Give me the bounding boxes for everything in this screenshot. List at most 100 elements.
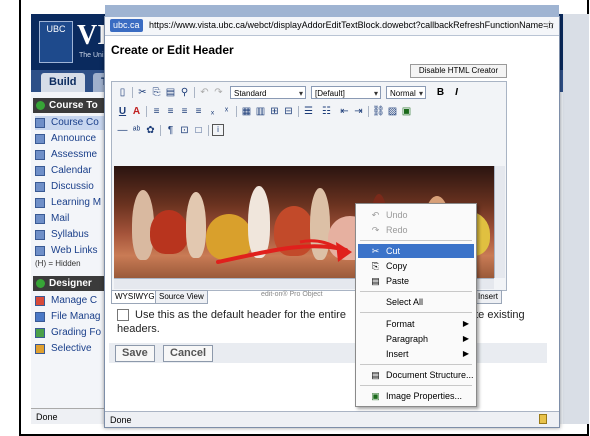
- merge-cells-icon[interactable]: ⊟: [282, 105, 295, 118]
- font-family-select[interactable]: [Default]: [311, 86, 381, 100]
- menu-item-format[interactable]: Format ▶: [358, 317, 474, 331]
- sidebar-item-syllabus[interactable]: Syllabus: [35, 228, 111, 242]
- find-icon[interactable]: ⚲: [178, 86, 191, 99]
- sidebar-item-assessments[interactable]: Assessme: [35, 148, 111, 162]
- default-header-option: Use this as the default header for the e…: [117, 308, 547, 336]
- editor-vertical-scrollbar[interactable]: [494, 166, 505, 278]
- structure-icon[interactable]: ⊡: [178, 124, 191, 137]
- menu-item-label: Copy: [386, 261, 408, 271]
- insert-media-icon[interactable]: ▣: [400, 105, 413, 118]
- course-content-icon: [35, 118, 45, 128]
- sidebar-item-manage-course[interactable]: Manage C: [35, 294, 111, 308]
- default-header-checkbox[interactable]: [117, 309, 129, 322]
- sidebar-item-selective-release[interactable]: Selective: [35, 342, 111, 356]
- cut-icon[interactable]: ✂: [136, 86, 149, 99]
- menu-item-paragraph[interactable]: Paragraph ▶: [358, 332, 474, 346]
- sidebar-item-grading-forms[interactable]: Grading Fo: [35, 326, 111, 340]
- insert-mode-indicator[interactable]: Insert: [474, 290, 503, 304]
- info-icon[interactable]: i: [212, 124, 224, 136]
- outdent-icon[interactable]: ⇤: [338, 105, 351, 118]
- sidebar-item-learning-modules[interactable]: Learning M: [35, 196, 111, 210]
- special-char-icon[interactable]: ✿: [144, 124, 157, 137]
- popup-status-bar: Done: [105, 411, 559, 427]
- bulleted-list-icon[interactable]: ☰: [302, 105, 315, 118]
- sidebar-item-label: Calendar: [51, 165, 92, 176]
- numbered-list-icon[interactable]: ☷: [320, 105, 333, 118]
- insert-row-icon[interactable]: ▥: [254, 105, 267, 118]
- default-header-label-tail: rite existing: [469, 309, 525, 321]
- menu-item-paste[interactable]: ▤ Paste: [358, 274, 474, 288]
- align-left-icon[interactable]: ≡: [150, 105, 163, 118]
- tab-build[interactable]: Build: [41, 73, 85, 92]
- bold-button[interactable]: B: [434, 86, 447, 99]
- sidebar-item-calendar[interactable]: Calendar: [35, 164, 111, 178]
- menu-item-copy[interactable]: ⎘ Copy: [358, 259, 474, 273]
- menu-separator: [360, 312, 472, 313]
- paragraph-marks-icon[interactable]: ¶: [164, 124, 177, 137]
- cancel-button[interactable]: Cancel: [163, 345, 214, 362]
- url-text[interactable]: https://www.vista.ubc.ca/webct/displayAd…: [149, 20, 553, 30]
- redo-icon[interactable]: ↷: [212, 86, 225, 99]
- sidebar-item-mail[interactable]: Mail: [35, 212, 111, 226]
- insert-image-icon[interactable]: ▨: [386, 105, 399, 118]
- learning-modules-icon: [35, 198, 45, 208]
- tab-wysiwyg[interactable]: WYSIWYG: [111, 290, 159, 304]
- disable-html-creator-button[interactable]: Disable HTML Creator: [410, 64, 507, 78]
- submenu-arrow-icon: ▶: [462, 349, 469, 358]
- font-color-icon[interactable]: A: [130, 105, 143, 118]
- save-button[interactable]: Save: [115, 345, 155, 362]
- address-bar[interactable]: ubc.ca https://www.vista.ubc.ca/webct/di…: [105, 17, 559, 36]
- web-links-icon: [35, 246, 45, 256]
- sidebar-item-course-content[interactable]: Course Co: [35, 116, 111, 130]
- sidebar-item-label: File Manag: [51, 311, 101, 322]
- paragraph-style-select[interactable]: Standard: [230, 86, 306, 100]
- menu-item-label: Undo: [386, 210, 408, 220]
- sidebar-section-designer[interactable]: Designer: [33, 276, 109, 291]
- indent-icon[interactable]: ⇥: [352, 105, 365, 118]
- dancer-figure: [310, 188, 330, 260]
- site-identity-badge[interactable]: ubc.ca: [110, 19, 143, 32]
- background-scrollbar[interactable]: [563, 14, 589, 424]
- underline-icon[interactable]: U: [116, 105, 129, 118]
- menu-item-image-properties[interactable]: ▣ Image Properties...: [358, 389, 474, 403]
- menu-item-label: Insert: [386, 349, 409, 359]
- table-icon[interactable]: ▦: [240, 105, 253, 118]
- sidebar-item-label: Assessme: [51, 149, 98, 160]
- undo-icon[interactable]: ↶: [198, 86, 211, 99]
- align-right-icon[interactable]: ≡: [178, 105, 191, 118]
- menu-item-label: Document Structure...: [386, 370, 474, 380]
- redo-icon: ↷: [371, 225, 380, 235]
- default-header-label: Use this as the default header for the e…: [135, 309, 346, 321]
- new-document-icon[interactable]: ▯: [116, 86, 129, 99]
- menu-separator: [360, 385, 472, 386]
- sidebar-item-announcements[interactable]: Announce: [35, 132, 111, 146]
- sidebar-item-label: Grading Fo: [51, 327, 102, 338]
- menu-item-cut[interactable]: ✂ Cut: [358, 244, 474, 258]
- bookmark-star-icon[interactable]: ☆: [544, 18, 555, 32]
- tab-source-view[interactable]: Source View: [155, 290, 208, 304]
- align-center-icon[interactable]: ≡: [164, 105, 177, 118]
- menu-item-undo[interactable]: ↶ Undo: [358, 208, 474, 222]
- preview-icon[interactable]: □: [192, 124, 205, 137]
- italic-button[interactable]: I: [450, 86, 463, 99]
- sidebar-section-course-tools[interactable]: Course To: [33, 98, 109, 113]
- menu-item-redo[interactable]: ↷ Redo: [358, 223, 474, 237]
- font-size-select[interactable]: Normal: [386, 86, 426, 100]
- menu-item-select-all[interactable]: Select All: [358, 295, 474, 309]
- editor-popup-window: ubc.ca https://www.vista.ubc.ca/webct/di…: [104, 5, 560, 428]
- sidebar-item-discussions[interactable]: Discussio: [35, 180, 111, 194]
- horizontal-rule-icon[interactable]: —: [116, 124, 129, 137]
- menu-item-insert[interactable]: Insert ▶: [358, 347, 474, 361]
- spellcheck-icon[interactable]: ᵃᵇ: [130, 124, 143, 137]
- superscript-icon[interactable]: ˣ: [220, 105, 233, 118]
- insert-column-icon[interactable]: ⊞: [268, 105, 281, 118]
- justify-icon[interactable]: ≡: [192, 105, 205, 118]
- sidebar-item-web-links[interactable]: Web Links: [35, 244, 111, 258]
- paste-icon[interactable]: ▤: [164, 86, 177, 99]
- hyperlink-icon[interactable]: ⛓: [372, 105, 385, 118]
- subscript-icon[interactable]: ₓ: [206, 105, 219, 118]
- menu-item-document-structure[interactable]: ▤ Document Structure...: [358, 368, 474, 382]
- dancer-skirt: [274, 206, 314, 256]
- copy-icon[interactable]: ⎘: [150, 86, 163, 99]
- sidebar-item-file-manager[interactable]: File Manag: [35, 310, 111, 324]
